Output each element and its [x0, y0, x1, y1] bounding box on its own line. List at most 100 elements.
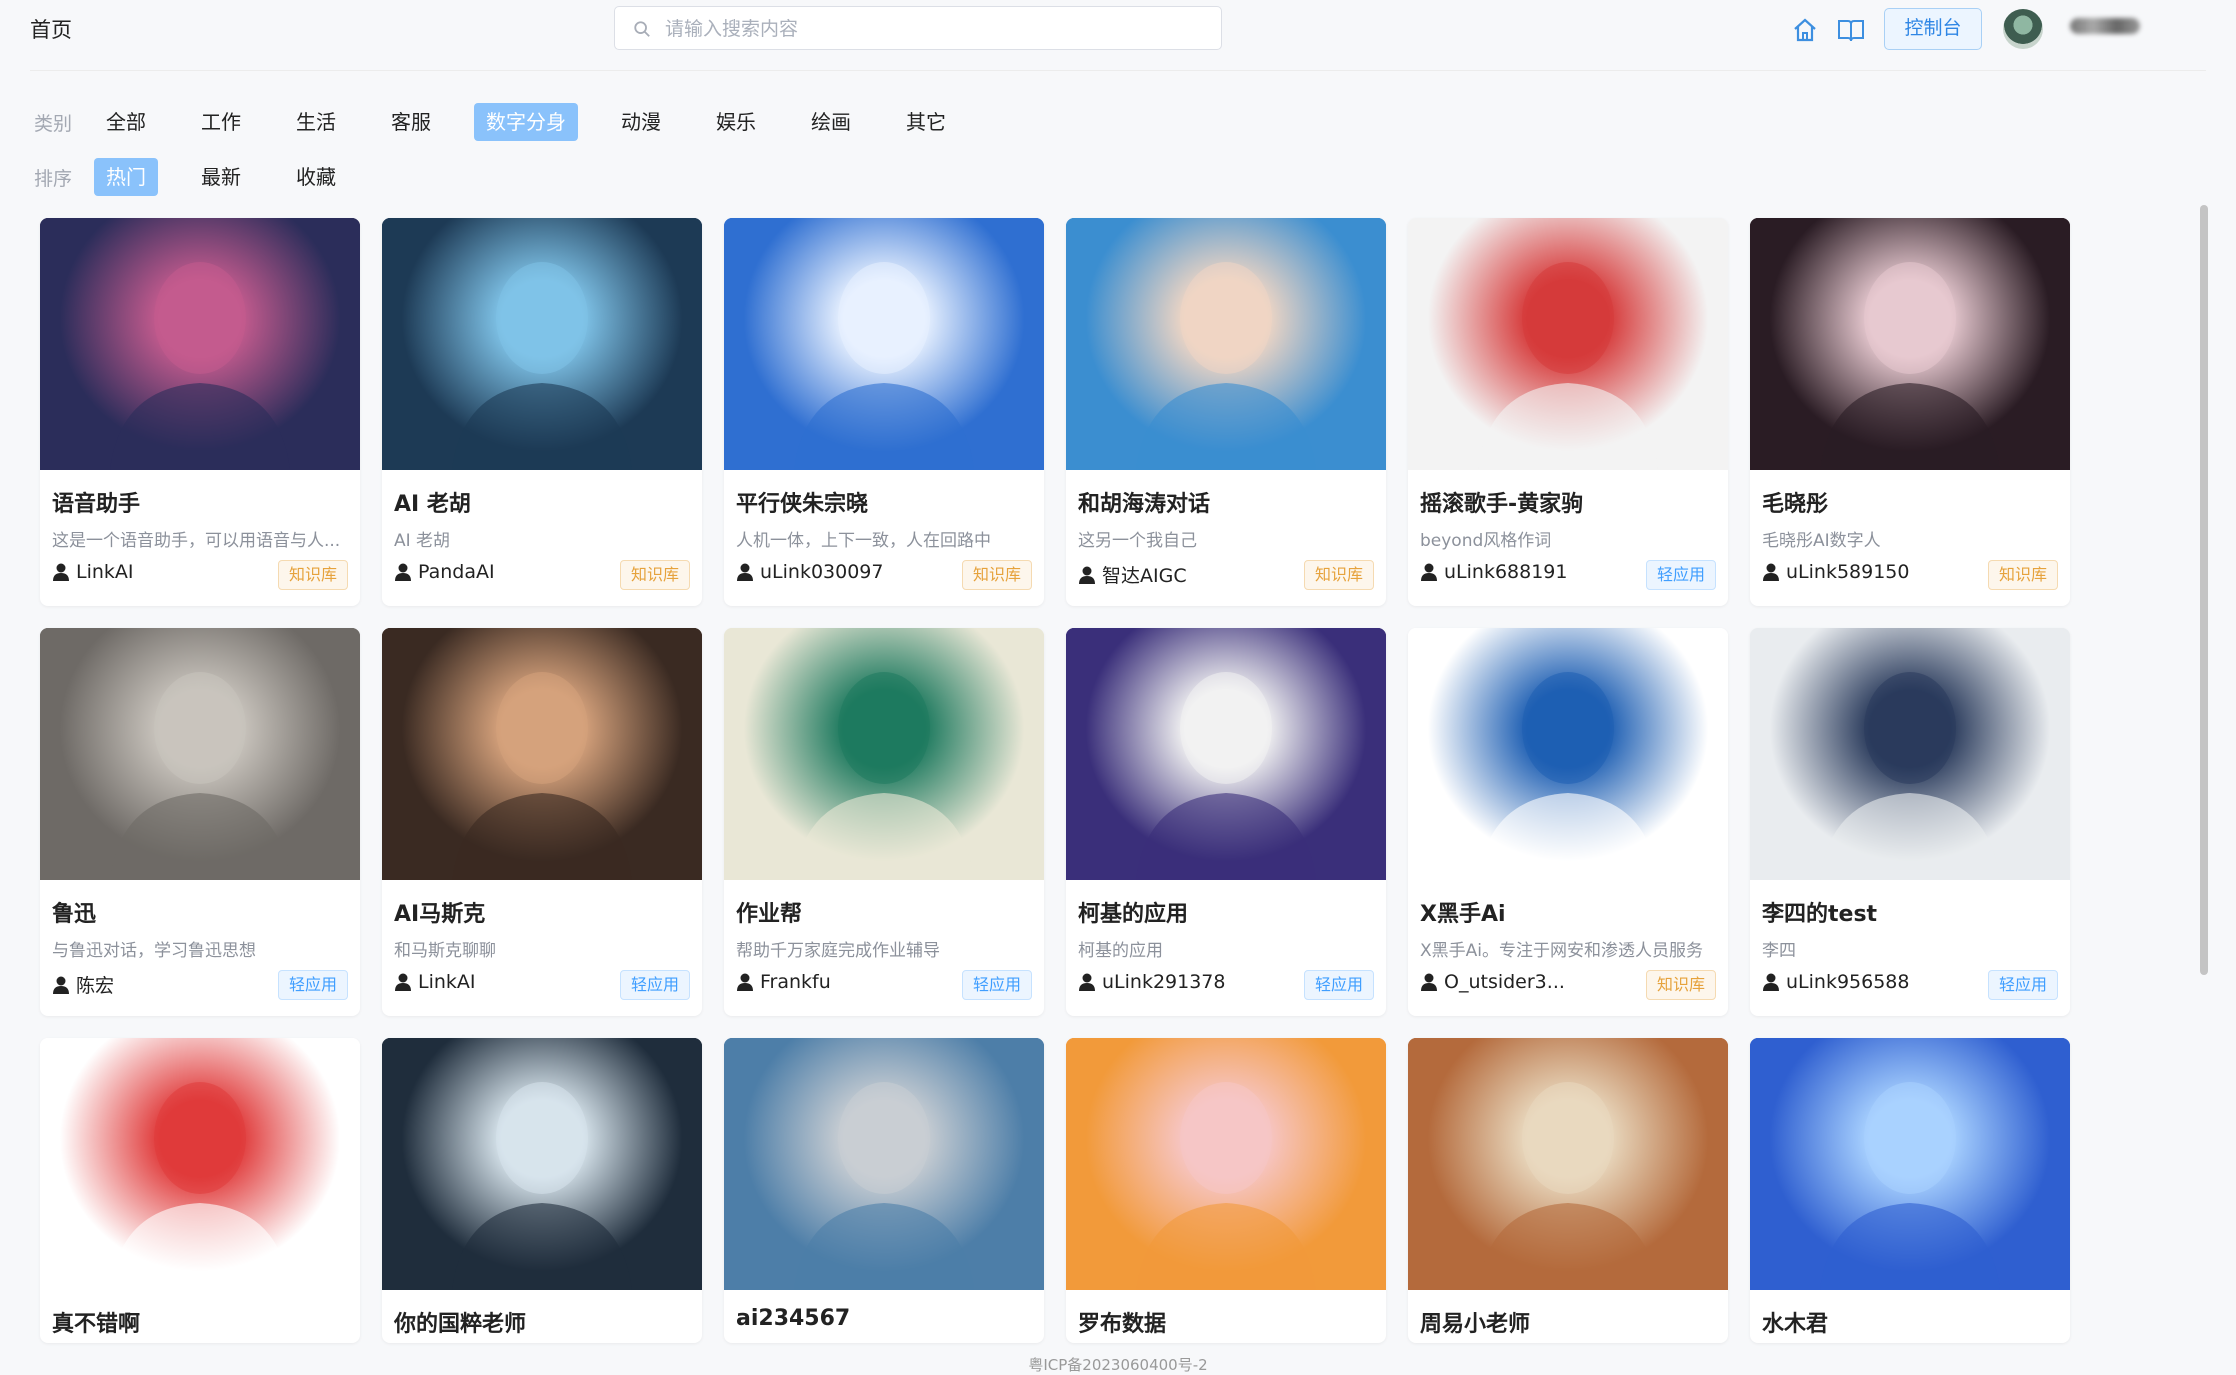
- card-author: uLink291378: [1078, 971, 1225, 993]
- card-thumbnail: [1066, 218, 1386, 470]
- sort-chip[interactable]: 最新: [189, 158, 253, 196]
- card-author: uLink030097: [736, 561, 883, 583]
- card-title: 李四的test: [1762, 902, 1878, 927]
- card-thumbnail: [1408, 218, 1728, 470]
- card-author-name: PandaAI: [418, 561, 495, 583]
- card-description: 和马斯克聊聊: [394, 941, 496, 961]
- card-thumbnail: [1408, 1038, 1728, 1290]
- category-chip[interactable]: 客服: [379, 103, 443, 141]
- app-card[interactable]: 柯基的应用 柯基的应用 uLink291378 轻应用: [1066, 628, 1386, 1016]
- breadcrumb[interactable]: 首页: [30, 14, 72, 44]
- card-title: 鲁迅: [52, 902, 97, 927]
- app-card[interactable]: AI 老胡 AI 老胡 PandaAI 知识库: [382, 218, 702, 606]
- footer-icp[interactable]: 粤ICP备2023060400号-2: [0, 1354, 2236, 1375]
- card-badge: 轻应用: [277, 970, 348, 1000]
- app-card[interactable]: 李四的test 李四 uLink956588 轻应用: [1750, 628, 2070, 1016]
- category-label: 类别: [34, 112, 73, 135]
- home-icon[interactable]: [1791, 16, 1819, 44]
- card-description: AI 老胡: [394, 531, 451, 551]
- card-title: AI马斯克: [394, 902, 486, 927]
- app-card[interactable]: X黑手Ai X黑手Ai。专注于网安和渗透人员服务 O_utsider3... 知识库: [1408, 628, 1728, 1016]
- card-badge: 轻应用: [1303, 970, 1374, 1000]
- card-title: ai234567: [736, 1306, 851, 1331]
- card-title: 你的国粹老师: [394, 1312, 527, 1337]
- card-thumbnail: [724, 218, 1044, 470]
- card-badge: 轻应用: [1645, 560, 1716, 590]
- card-title: 水木君: [1762, 1312, 1829, 1337]
- card-title: 平行侠朱宗晓: [736, 492, 869, 517]
- user-icon: [1763, 563, 1779, 581]
- card-title: 毛晓彤: [1762, 492, 1829, 517]
- user-icon: [53, 563, 69, 581]
- category-chip[interactable]: 生活: [284, 103, 348, 141]
- app-card[interactable]: 水木君: [1750, 1038, 2070, 1343]
- card-author-name: uLink291378: [1102, 971, 1226, 993]
- app-card[interactable]: 鲁迅 与鲁迅对话，学习鲁迅思想 陈宏 轻应用: [40, 628, 360, 1016]
- app-card[interactable]: 你的国粹老师: [382, 1038, 702, 1343]
- category-chip[interactable]: 绘画: [799, 103, 863, 141]
- card-author-name: uLink030097: [760, 561, 884, 583]
- card-badge: 知识库: [1303, 560, 1374, 590]
- app-card[interactable]: AI马斯克和马斯克聊聊 LinkAI 轻应用: [382, 628, 702, 1016]
- card-description: 与鲁迅对话，学习鲁迅思想: [52, 941, 256, 961]
- console-button[interactable]: 控制台: [1884, 8, 1982, 50]
- card-description: 帮助千万家庭完成作业辅导: [736, 941, 940, 961]
- card-description: 人机一体，上下一致，人在回路中: [736, 531, 991, 551]
- category-chip[interactable]: 娱乐: [704, 103, 768, 141]
- search-box[interactable]: [614, 6, 1222, 50]
- scrollbar[interactable]: [2200, 205, 2208, 975]
- app-card[interactable]: 平行侠朱宗晓人机一体，上下一致，人在回路中 uLink030097 知识库: [724, 218, 1044, 606]
- app-card[interactable]: 语音助手 这是一个语音助手，可以用语音与人... LinkAI 知识库: [40, 218, 360, 606]
- category-chip[interactable]: 工作: [189, 103, 253, 141]
- app-card[interactable]: 周易小老师: [1408, 1038, 1728, 1343]
- user-icon: [53, 976, 69, 994]
- search-icon: [634, 21, 650, 37]
- category-chip[interactable]: 动漫: [609, 103, 673, 141]
- card-badge: 轻应用: [619, 970, 690, 1000]
- card-thumbnail: [40, 218, 360, 470]
- card-title: 罗布数据: [1078, 1312, 1167, 1337]
- sort-chip-active[interactable]: 热门: [94, 158, 158, 196]
- card-author: O_utsider3...: [1420, 971, 1565, 993]
- card-author-name: uLink956588: [1786, 971, 1910, 993]
- card-title: 语音助手: [52, 492, 141, 517]
- category-chip[interactable]: 全部: [94, 103, 158, 141]
- app-card[interactable]: 摇滚歌手-黄家驹 beyond风格作词 uLink688191 轻应用: [1408, 218, 1728, 606]
- card-description: 李四: [1762, 941, 1796, 961]
- user-icon: [395, 973, 411, 991]
- card-badge: 知识库: [961, 560, 1032, 590]
- card-title: 和胡海涛对话: [1078, 492, 1211, 517]
- card-title: 摇滚歌手-黄家驹: [1420, 492, 1584, 517]
- avatar[interactable]: [2003, 9, 2043, 49]
- card-thumbnail: [724, 1038, 1044, 1290]
- app-card[interactable]: 罗布数据: [1066, 1038, 1386, 1343]
- user-icon: [1763, 973, 1779, 991]
- category-filter-row: 类别 全部 工作 生活 客服 数字分身 动漫 娱乐 绘画 其它: [34, 102, 989, 142]
- card-thumbnail: [1750, 1038, 2070, 1290]
- app-card[interactable]: ai234567: [724, 1038, 1044, 1343]
- sort-label: 排序: [34, 167, 73, 190]
- category-chip[interactable]: 其它: [894, 103, 958, 141]
- sort-chip[interactable]: 收藏: [284, 158, 348, 196]
- app-card[interactable]: 真不错啊: [40, 1038, 360, 1343]
- search-input[interactable]: [663, 13, 1207, 45]
- card-thumbnail: [382, 1038, 702, 1290]
- card-title: AI 老胡: [394, 492, 471, 517]
- user-icon: [1079, 566, 1095, 584]
- username-blurred[interactable]: [2070, 18, 2140, 34]
- card-description: 这是一个语音助手，可以用语音与人...: [52, 531, 341, 551]
- category-chip-active[interactable]: 数字分身: [474, 103, 578, 141]
- card-badge: 知识库: [1645, 970, 1716, 1000]
- app-card[interactable]: 毛晓彤 毛晓彤AI数字人 uLink589150 知识库: [1750, 218, 2070, 606]
- app-card[interactable]: 作业帮 帮助千万家庭完成作业辅导 Frankfu 轻应用: [724, 628, 1044, 1016]
- app-card[interactable]: 和胡海涛对话 这另一个我自己 智达AIGC 知识库: [1066, 218, 1386, 606]
- card-title: 柯基的应用: [1078, 902, 1189, 927]
- card-author-name: LinkAI: [418, 971, 476, 993]
- card-author: PandaAI: [394, 561, 495, 583]
- user-icon: [737, 563, 753, 581]
- user-icon: [395, 563, 411, 581]
- card-thumbnail: [1066, 1038, 1386, 1290]
- sort-filter-row: 排序 热门 最新 收藏: [34, 157, 379, 197]
- book-icon[interactable]: [1836, 16, 1866, 44]
- card-author-name: O_utsider3...: [1444, 971, 1565, 993]
